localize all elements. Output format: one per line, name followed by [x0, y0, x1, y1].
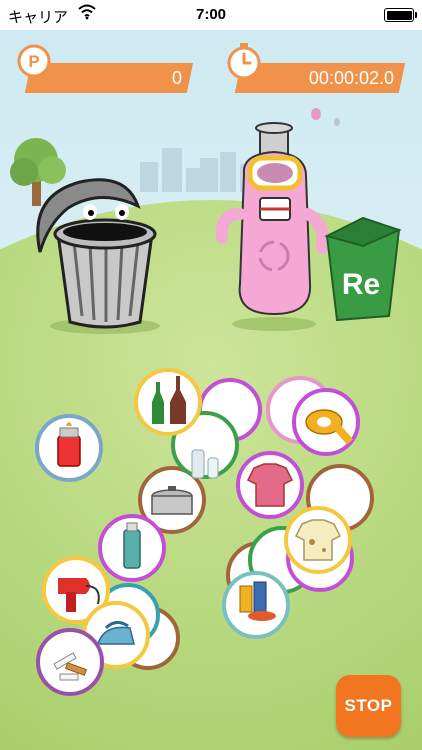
item-cans[interactable] — [222, 571, 290, 639]
item-cigarette-butts[interactable] — [36, 628, 104, 696]
stop-button[interactable]: STOP — [336, 675, 401, 737]
item-aloha-shirt[interactable] — [236, 451, 304, 519]
item-tape[interactable] — [292, 388, 360, 456]
item-shirt[interactable] — [284, 506, 352, 574]
status-bar: キャリア 7:00 — [0, 0, 422, 30]
item-spray-can[interactable] — [98, 514, 166, 582]
trash-items — [35, 368, 374, 696]
game-scene: P 0 00:00:02.0 Re STOP — [0, 30, 422, 750]
item-glass-bottles[interactable] — [134, 368, 202, 436]
item-lighter[interactable] — [35, 414, 103, 482]
clock-time: 7:00 — [195, 6, 227, 23]
battery-icon — [384, 8, 417, 22]
